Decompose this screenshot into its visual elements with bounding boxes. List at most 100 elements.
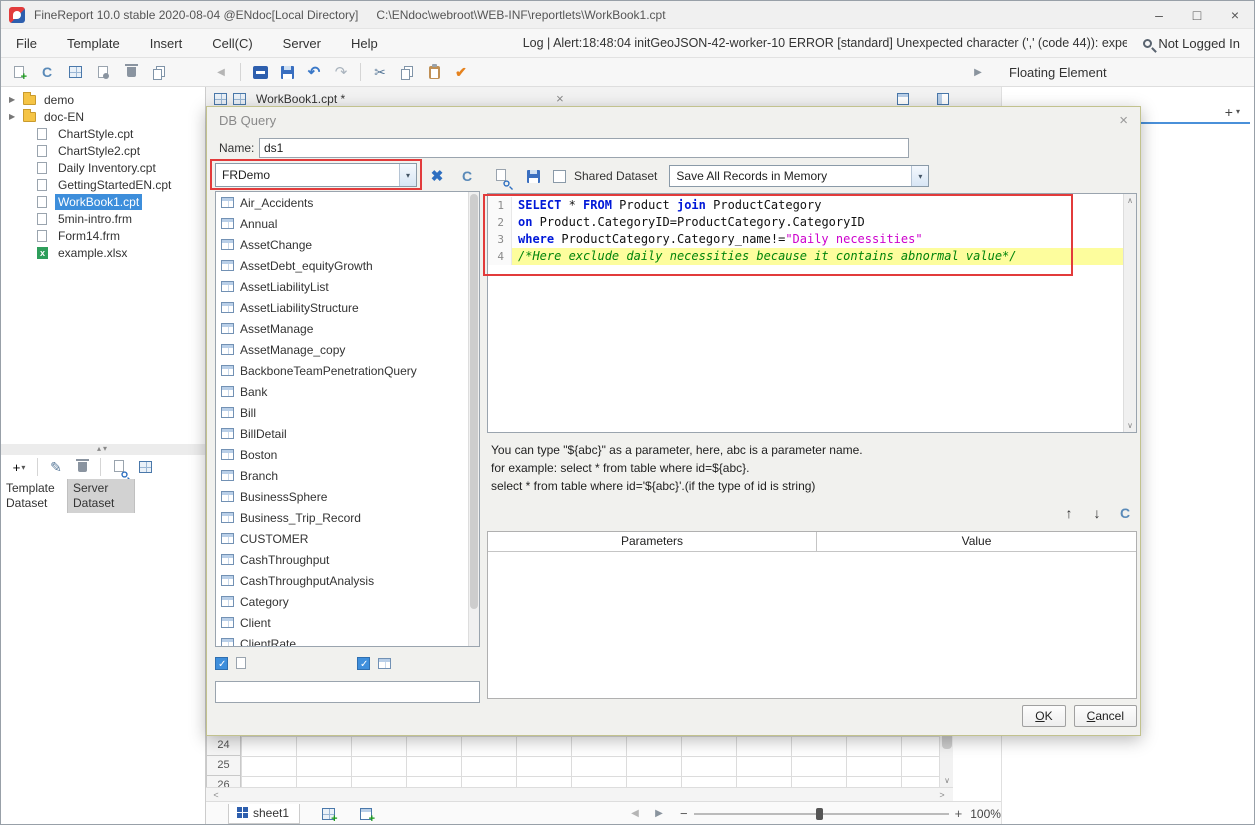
table-list-item[interactable]: Boston (216, 444, 479, 465)
show-tables-checkbox[interactable] (215, 656, 228, 671)
duplicate-file-button[interactable] (147, 60, 171, 84)
sql-code[interactable]: 1 SELECT * FROM Product join ProductCateg… (488, 194, 1123, 432)
table-list-scrollbar[interactable] (468, 192, 479, 646)
grid-view-button[interactable] (63, 60, 87, 84)
edit-dataset-button[interactable]: ✎ (44, 455, 68, 479)
menu-item[interactable]: Cell(C) (197, 29, 267, 57)
nav-back-button[interactable]: ◀ (209, 60, 233, 84)
expand-arrow-icon[interactable]: ▶ (9, 95, 23, 104)
tree-item[interactable]: ▶ WorkBook1.cpt (1, 193, 205, 210)
sheet-grid-icon[interactable] (214, 92, 227, 105)
param-move-down-button[interactable]: ↓ (1087, 503, 1107, 523)
zoom-in-button[interactable]: + (955, 806, 963, 821)
cancel-button[interactable]: Cancel (1073, 705, 1137, 727)
log-message[interactable]: Log | Alert:18:48:04 initGeoJSON-42-work… (523, 36, 1128, 50)
table-list-item[interactable]: Annual (216, 213, 479, 234)
minimize-button[interactable]: – (1140, 1, 1178, 28)
new-report-button[interactable] (7, 60, 31, 84)
search-button[interactable] (1137, 34, 1158, 53)
save-button[interactable] (275, 60, 299, 84)
show-views-checkbox[interactable] (357, 656, 370, 671)
sheet-nav-left-button[interactable]: ◀ (628, 802, 642, 825)
undo-button[interactable]: ↶ (302, 60, 326, 84)
tree-item[interactable]: ▶ ChartStyle.cpt (1, 125, 205, 142)
param-refresh-button[interactable]: C (1115, 503, 1135, 523)
row-header[interactable]: 25 (206, 756, 241, 776)
preview-data-button[interactable] (489, 164, 513, 188)
connection-refresh-button[interactable]: C (455, 164, 479, 188)
add-grid-sheet-button[interactable] (316, 802, 340, 824)
maximize-button[interactable]: □ (1178, 1, 1216, 28)
zoom-slider[interactable] (693, 807, 949, 821)
tree-item[interactable]: ▶ 5min-intro.frm (1, 210, 205, 227)
workbook-tab[interactable]: WorkBook1.cpt * (256, 92, 345, 106)
zoom-slider-thumb[interactable] (816, 807, 824, 820)
table-list-item[interactable]: AssetManage (216, 318, 479, 339)
sql-editor[interactable]: 1 SELECT * FROM Product join ProductCateg… (487, 193, 1137, 433)
nav-forward-button[interactable]: ▶ (966, 60, 990, 84)
sql-line[interactable]: 3 where ProductCategory.Category_name!="D… (488, 231, 1123, 248)
close-button[interactable]: × (1216, 1, 1254, 28)
sql-line[interactable]: 4/*Here exclude daily necessities becaus… (488, 248, 1123, 265)
expand-arrow-icon[interactable]: ▶ (9, 112, 23, 121)
sql-scroll-up-button[interactable]: ∧ (1124, 194, 1136, 207)
param-move-up-button[interactable]: ↑ (1059, 503, 1079, 523)
table-list-item[interactable]: AssetDebt_equityGrowth (216, 255, 479, 276)
table-list-item[interactable]: Bill (216, 402, 479, 423)
dialog-close-button[interactable]: × (1119, 112, 1128, 129)
sql-editor-scrollbar[interactable]: ∧ ∨ (1123, 194, 1136, 432)
tree-item[interactable]: ▶ ChartStyle2.cpt (1, 142, 205, 159)
redo-button[interactable]: ↷ (329, 60, 353, 84)
sheet-grid-icon-2[interactable] (233, 92, 246, 105)
scroll-right-button[interactable]: > (934, 788, 950, 801)
zoom-out-button[interactable]: − (680, 806, 688, 821)
tree-item[interactable]: ▶ example.xlsx (1, 244, 205, 261)
connection-select[interactable]: FRDemo ▾ (215, 163, 417, 187)
table-list-item[interactable]: AssetLiabilityStructure (216, 297, 479, 318)
paste-button[interactable] (422, 60, 446, 84)
table-list-item[interactable]: CashThroughputAnalysis (216, 570, 479, 591)
scroll-down-button[interactable]: ∨ (940, 773, 953, 787)
delete-dataset-button[interactable] (70, 455, 94, 479)
table-list-item[interactable]: BackboneTeamPenetrationQuery (216, 360, 479, 381)
table-list-item[interactable]: Client (216, 612, 479, 633)
splitter-handle[interactable]: ▴▾ (1, 444, 205, 455)
dataset-config-button[interactable] (133, 455, 157, 479)
table-list-item[interactable]: Branch (216, 465, 479, 486)
combo-arrow[interactable]: ▾ (911, 166, 929, 186)
table-list-item[interactable]: AssetChange (216, 234, 479, 255)
login-status[interactable]: Not Logged In (1158, 36, 1240, 51)
ok-button[interactable]: OK (1022, 705, 1066, 727)
table-list-item[interactable]: BillDetail (216, 423, 479, 444)
table-list-scrollbar-thumb[interactable] (470, 194, 478, 609)
connection-tools-button[interactable]: ✖ (425, 164, 449, 188)
sql-line[interactable]: 1 SELECT * FROM Product join ProductCateg… (488, 197, 1123, 214)
dataset-tab[interactable]: Server Dataset (68, 479, 135, 513)
cut-button[interactable]: ✂ (368, 60, 392, 84)
add-floating-element-button[interactable]: + ▾ (1225, 104, 1240, 120)
menu-item[interactable]: Template (52, 29, 135, 57)
tree-item[interactable]: ▶ demo (1, 91, 205, 108)
sheet-tab[interactable]: sheet1 (228, 803, 301, 824)
copy-button[interactable] (395, 60, 419, 84)
menu-item[interactable]: Insert (135, 29, 198, 57)
tree-item[interactable]: ▶ Form14.frm (1, 227, 205, 244)
query-save-button[interactable] (521, 164, 545, 188)
scroll-left-button[interactable]: < (208, 788, 224, 801)
template-web-button[interactable] (248, 60, 272, 84)
row-header[interactable]: 26 (206, 776, 241, 787)
table-list-item[interactable]: Air_Accidents (216, 192, 479, 213)
menu-item[interactable]: Help (336, 29, 393, 57)
table-search-box[interactable] (215, 681, 480, 703)
add-dataset-button[interactable]: + ▾ (7, 455, 31, 479)
sheet-nav-right-button[interactable]: ▶ (652, 802, 666, 825)
table-list-item[interactable]: ClientRate (216, 633, 479, 646)
delete-file-button[interactable] (119, 60, 143, 84)
store-mode-select[interactable]: Save All Records in Memory ▾ (669, 165, 930, 187)
table-list-item[interactable]: AssetLiabilityList (216, 276, 479, 297)
table-list-item[interactable]: Bank (216, 381, 479, 402)
table-list-item[interactable]: Category (216, 591, 479, 612)
tree-item[interactable]: ▶ Daily Inventory.cpt (1, 159, 205, 176)
table-list-item[interactable]: CashThroughput (216, 549, 479, 570)
add-chart-sheet-button[interactable] (354, 802, 378, 824)
